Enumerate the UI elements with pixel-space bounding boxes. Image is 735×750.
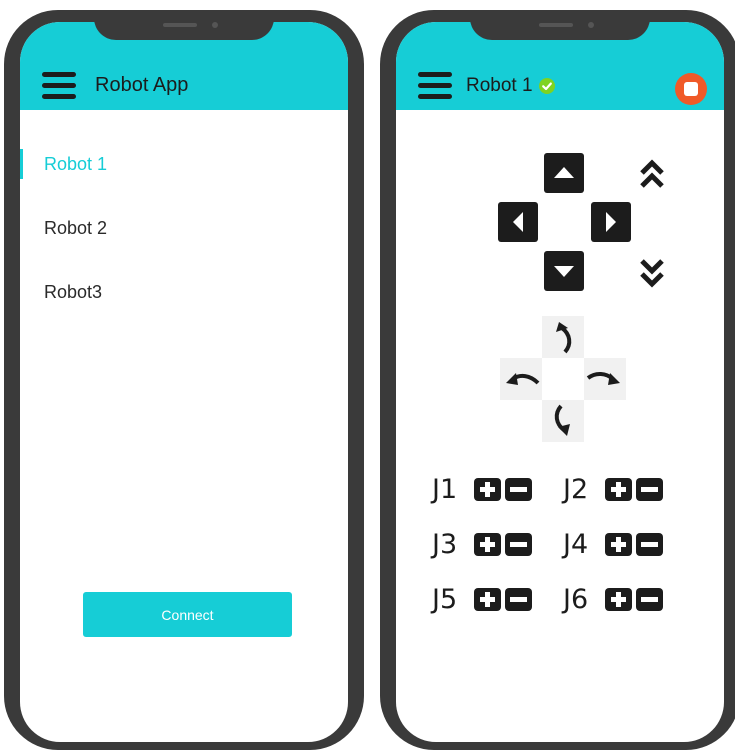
plus-icon[interactable]: [474, 588, 501, 611]
robot-list: Robot 1 Robot 2 Robot3: [20, 132, 348, 324]
joint-label: J1: [432, 474, 458, 505]
phone-right: Robot 1 J1 J2 J3 J4 J5 J6: [380, 10, 735, 750]
connected-check-icon: [538, 78, 555, 94]
minus-icon[interactable]: [505, 533, 532, 556]
rotate-right-button[interactable]: [584, 358, 626, 400]
robot-title: Robot 1: [466, 75, 533, 96]
robot-control-screen: Robot 1 J1 J2 J3 J4 J5 J6: [396, 22, 724, 742]
joint-j2-row: J2: [563, 474, 667, 505]
joint-j6-row: J6: [563, 584, 667, 615]
move-down-button[interactable]: [544, 251, 584, 291]
minus-icon[interactable]: [636, 478, 663, 501]
robot-item-1[interactable]: Robot 1: [20, 132, 348, 196]
rotate-up-button[interactable]: [542, 316, 584, 358]
joint-j3-row: J3: [432, 529, 536, 560]
minus-icon[interactable]: [636, 588, 663, 611]
joint-j5-row: J5: [432, 584, 536, 615]
move-left-button[interactable]: [498, 202, 538, 242]
double-chevron-up-icon[interactable]: [638, 157, 666, 193]
plus-icon[interactable]: [605, 478, 632, 501]
robot-list-screen: Robot App Robot 1 Robot 2 Robot3 Connect: [20, 22, 348, 742]
phone-notch: [94, 10, 274, 40]
joint-label: J6: [563, 584, 589, 615]
joint-label: J5: [432, 584, 458, 615]
plus-icon[interactable]: [474, 478, 501, 501]
joint-label: J3: [432, 529, 458, 560]
rotate-down-button[interactable]: [542, 400, 584, 442]
phone-left: Robot App Robot 1 Robot 2 Robot3 Connect: [4, 10, 364, 750]
stop-icon[interactable]: [674, 72, 708, 106]
robot-item-3[interactable]: Robot3: [20, 260, 348, 324]
plus-icon[interactable]: [605, 533, 632, 556]
robot-item-2[interactable]: Robot 2: [20, 196, 348, 260]
joint-label: J2: [563, 474, 589, 505]
minus-icon[interactable]: [505, 588, 532, 611]
phone-notch: [470, 10, 650, 40]
joint-j4-row: J4: [563, 529, 667, 560]
rotate-left-button[interactable]: [500, 358, 542, 400]
minus-icon[interactable]: [636, 533, 663, 556]
double-chevron-down-icon[interactable]: [638, 254, 666, 290]
joint-j1-row: J1: [432, 474, 536, 505]
menu-icon[interactable]: [418, 72, 452, 100]
plus-icon[interactable]: [605, 588, 632, 611]
joint-label: J4: [563, 529, 589, 560]
move-up-button[interactable]: [544, 153, 584, 193]
minus-icon[interactable]: [505, 478, 532, 501]
app-title: Robot App: [95, 74, 189, 96]
menu-icon[interactable]: [42, 72, 76, 100]
connect-button[interactable]: Connect: [83, 592, 292, 637]
plus-icon[interactable]: [474, 533, 501, 556]
move-right-button[interactable]: [591, 202, 631, 242]
